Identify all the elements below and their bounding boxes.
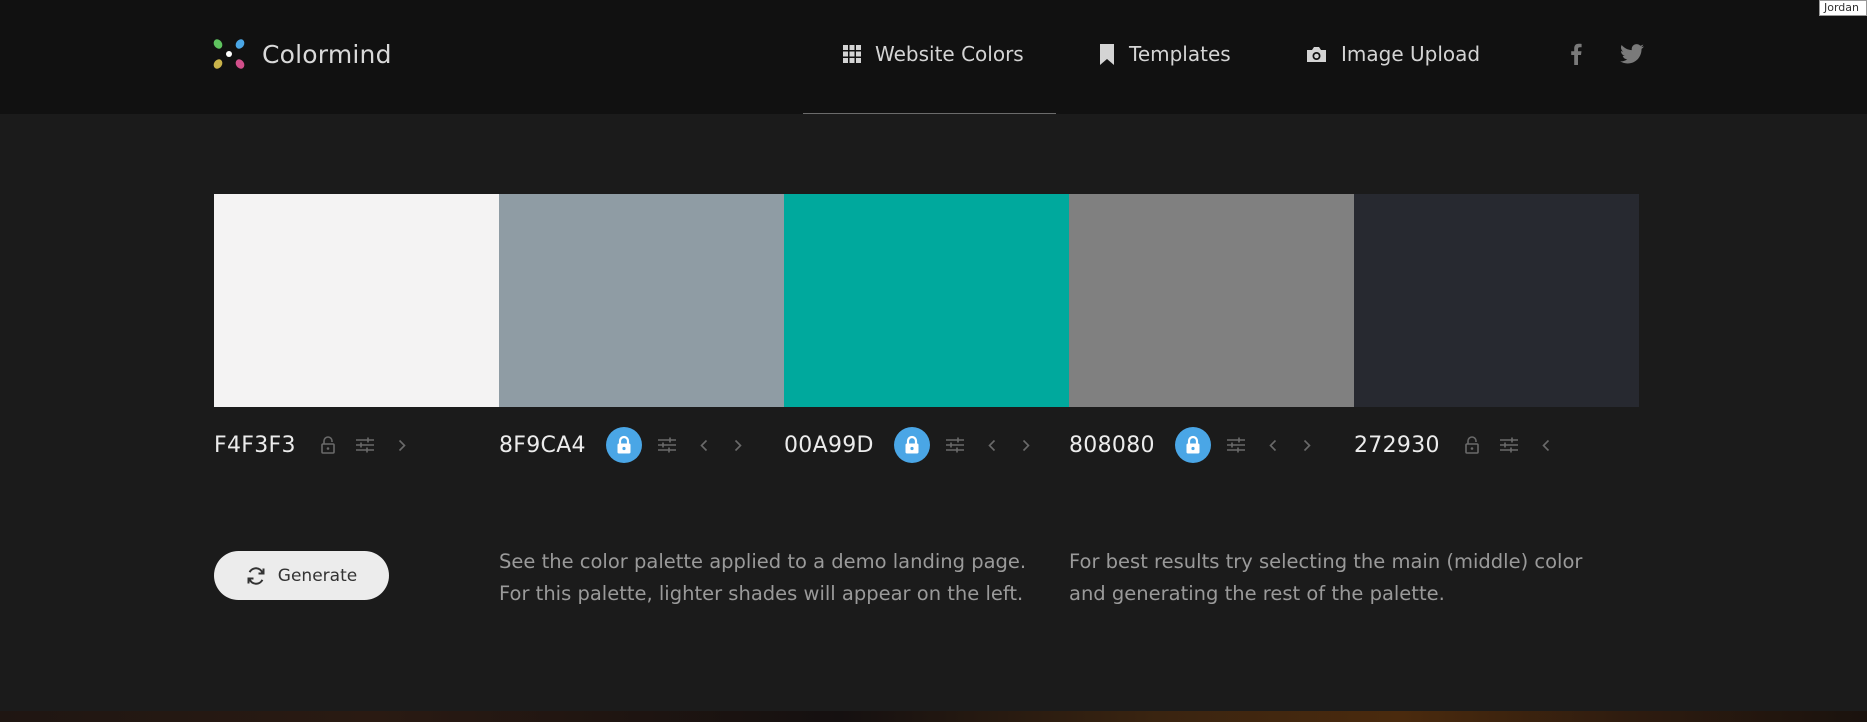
hex-code[interactable]: F4F3F3 (214, 433, 296, 458)
facebook-link[interactable] (1570, 40, 1582, 68)
color-swatch[interactable] (499, 194, 784, 407)
lock-icon (617, 435, 631, 454)
color-swatch[interactable] (1069, 194, 1354, 407)
generate-label: Generate (277, 565, 358, 586)
swatch-controls: 272930 (1354, 426, 1570, 464)
sliders-icon (657, 437, 676, 453)
move-right-button[interactable] (392, 433, 412, 457)
chevron-left-icon (1542, 439, 1549, 451)
move-right-button[interactable] (1016, 433, 1036, 457)
tip-description: For best results try selecting the main … (1069, 546, 1582, 610)
sliders-icon (355, 437, 374, 453)
nav-label: Image Upload (1341, 42, 1481, 66)
hex-code[interactable]: 272930 (1354, 433, 1440, 458)
move-right-button[interactable] (728, 433, 748, 457)
lock-toggle[interactable] (316, 433, 340, 457)
sliders-icon (1499, 437, 1518, 453)
colormind-logo-icon (211, 37, 247, 71)
adjust-color-button[interactable] (942, 433, 968, 457)
adjust-color-button[interactable] (1223, 433, 1249, 457)
active-nav-indicator (803, 113, 1056, 114)
chevron-right-icon (398, 439, 406, 451)
hex-code[interactable]: 00A99D (784, 433, 874, 458)
color-swatch[interactable] (1354, 194, 1639, 407)
adjust-color-button[interactable] (352, 433, 378, 457)
twitter-icon (1620, 44, 1644, 64)
hex-code[interactable]: 8F9CA4 (499, 433, 586, 458)
nav-label: Website Colors (875, 42, 1024, 66)
grid-icon (843, 45, 861, 63)
sliders-icon (1226, 437, 1245, 453)
app-name: Colormind (262, 39, 392, 69)
move-right-button[interactable] (1297, 433, 1317, 457)
background-image-strip (0, 711, 1867, 722)
swatch-controls: 8F9CA4 (499, 426, 762, 464)
chevron-left-icon (700, 439, 707, 451)
chevron-right-icon (734, 439, 742, 451)
move-left-button[interactable] (1263, 433, 1283, 457)
bookmark-icon (1100, 43, 1114, 65)
facebook-icon (1571, 43, 1582, 65)
lock-toggle[interactable] (1174, 427, 1211, 463)
demo-text-line[interactable]: See the color palette applied to a demo … (499, 546, 1026, 578)
lock-toggle[interactable] (1460, 433, 1484, 457)
chevron-right-icon (1022, 439, 1030, 451)
move-left-button[interactable] (1536, 433, 1556, 457)
generate-button[interactable]: Generate (214, 551, 389, 600)
lock-toggle[interactable] (605, 427, 642, 463)
refresh-icon (247, 566, 265, 585)
logo[interactable]: Colormind (211, 36, 392, 72)
camera-icon (1307, 46, 1326, 62)
nav-templates[interactable]: Templates (1099, 38, 1231, 70)
nav-website-colors[interactable]: Website Colors (843, 38, 1024, 70)
swatch-controls: F4F3F3 (214, 426, 426, 464)
sliders-icon (945, 437, 964, 453)
chevron-left-icon (1269, 439, 1276, 451)
chevron-left-icon (988, 439, 995, 451)
demo-text-line: For this palette, lighter shades will ap… (499, 582, 1024, 605)
lock-icon (1186, 435, 1200, 454)
color-swatch[interactable] (784, 194, 1069, 407)
lock-toggle[interactable] (893, 427, 930, 463)
adjust-color-button[interactable] (654, 433, 680, 457)
hex-code[interactable]: 808080 (1069, 433, 1155, 458)
swatch-controls: 808080 (1069, 426, 1331, 464)
move-left-button[interactable] (694, 433, 714, 457)
demo-description: See the color palette applied to a demo … (499, 546, 1026, 610)
user-name-tag: Jordan (1819, 0, 1867, 16)
unlocked-lock-icon (320, 436, 335, 454)
chevron-right-icon (1303, 439, 1311, 451)
swatch-controls: 00A99D (784, 426, 1050, 464)
tip-text-line: For best results try selecting the main … (1069, 550, 1583, 573)
unlocked-lock-icon (1464, 436, 1479, 454)
adjust-color-button[interactable] (1496, 433, 1522, 457)
palette-swatches (214, 194, 1639, 407)
nav-label: Templates (1129, 42, 1231, 66)
move-left-button[interactable] (982, 433, 1002, 457)
nav-image-upload[interactable]: Image Upload (1306, 38, 1480, 70)
tip-text-line: and generating the rest of the palette. (1069, 582, 1445, 605)
lock-icon (905, 435, 919, 454)
color-swatch[interactable] (214, 194, 499, 407)
twitter-link[interactable] (1620, 40, 1644, 68)
top-nav-bar: Colormind Website Colors Templates Image… (0, 0, 1867, 114)
